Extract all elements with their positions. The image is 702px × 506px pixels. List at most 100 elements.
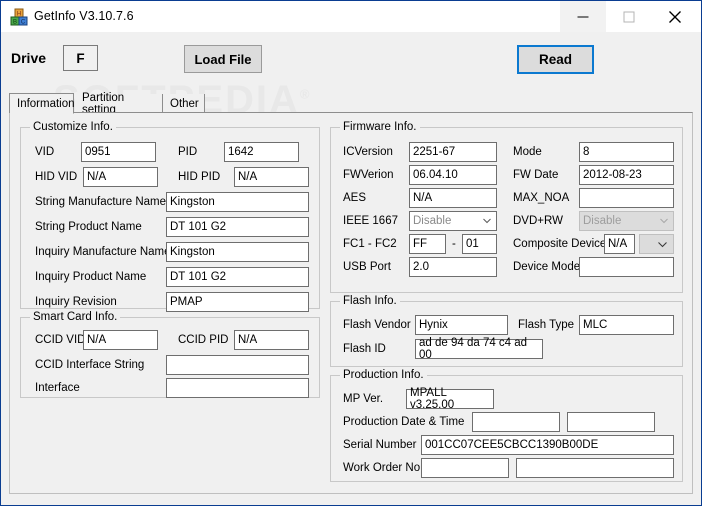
svg-text:B: B	[13, 20, 17, 26]
composite-device-label: Composite Device	[513, 238, 607, 250]
flash-vendor-input[interactable]: Hynix	[415, 315, 508, 335]
string-manufacture-name-label: String Manufacture Name	[35, 196, 167, 208]
pid-label: PID	[178, 146, 198, 158]
maximize-button[interactable]	[606, 1, 652, 32]
smart-card-info-title: Smart Card Info.	[30, 311, 121, 323]
fc1-input[interactable]: FF	[409, 234, 446, 254]
production-info-group: Production Info. MP Ver. MPALL v3.25.00 …	[330, 369, 683, 482]
ccid-interface-string-input[interactable]	[166, 355, 309, 375]
ieee1667-label: IEEE 1667	[343, 215, 398, 227]
mode-input[interactable]: 8	[579, 142, 674, 162]
tab-other-label: Other	[170, 97, 199, 110]
device-mode-label: Device Mode	[513, 261, 581, 273]
close-icon	[669, 10, 681, 23]
interface-label: Interface	[35, 382, 80, 394]
mp-ver-input[interactable]: MPALL v3.25.00	[406, 387, 494, 411]
work-order-input-2[interactable]	[516, 458, 674, 478]
usb-port-input[interactable]: 2.0	[409, 257, 497, 277]
maximize-icon	[623, 11, 635, 22]
chevron-down-icon	[483, 218, 491, 224]
tab-other[interactable]: Other	[163, 94, 205, 113]
flash-id-input[interactable]: ad de 94 da 74 c4 ad 00	[415, 337, 543, 361]
icversion-label: ICVersion	[343, 146, 393, 158]
dvdrw-dropdown[interactable]: Disable	[579, 211, 674, 231]
inquiry-revision-input[interactable]: PMAP	[166, 292, 309, 312]
max-noa-input[interactable]	[579, 188, 674, 208]
flash-id-label: Flash ID	[343, 343, 386, 355]
minimize-button[interactable]	[560, 1, 606, 32]
read-button[interactable]: Read	[517, 45, 594, 74]
hid-pid-input[interactable]: N/A	[234, 167, 309, 187]
production-info-title: Production Info.	[340, 369, 427, 381]
flash-type-label: Flash Type	[518, 319, 575, 331]
mode-label: Mode	[513, 146, 542, 158]
tab-information-label: Information	[17, 97, 75, 110]
tab-partition-setting[interactable]: Partition setting	[75, 92, 163, 116]
production-time-input[interactable]	[567, 412, 655, 432]
hid-vid-label: HID VID	[35, 171, 78, 183]
work-order-label: Work Order No.	[343, 462, 424, 474]
pid-input[interactable]: 1642	[224, 142, 299, 162]
usb-port-label: USB Port	[343, 261, 391, 273]
composite-device-input[interactable]: N/A	[604, 234, 635, 254]
vid-label: VID	[35, 146, 55, 158]
interface-input[interactable]	[166, 378, 309, 398]
inquiry-revision-label: Inquiry Revision	[35, 296, 117, 308]
string-product-name-input[interactable]: DT 101 G2	[166, 217, 309, 237]
ieee1667-dropdown[interactable]: Disable	[409, 211, 497, 231]
smart-card-info-group: Smart Card Info. CCID VID N/A CCID PID N…	[20, 311, 320, 398]
chevron-down-icon	[660, 218, 668, 224]
device-mode-input[interactable]	[579, 257, 674, 277]
minimize-icon	[577, 16, 589, 17]
ieee1667-value: Disable	[413, 215, 452, 227]
title-bar: H B C GetInfo V3.10.7.6	[1, 0, 701, 32]
load-file-button[interactable]: Load File	[184, 45, 262, 73]
ccid-interface-string-label: CCID Interface String	[35, 359, 145, 371]
mp-ver-label: MP Ver.	[343, 393, 384, 405]
serial-number-input[interactable]: 001CC07CEE5CBCC1390B00DE	[421, 435, 674, 455]
chevron-down-icon	[658, 242, 667, 248]
close-button[interactable]	[652, 1, 698, 32]
firmware-info-title: Firmware Info.	[340, 121, 420, 133]
fc2-input[interactable]: 01	[462, 234, 497, 254]
inquiry-product-name-input[interactable]: DT 101 G2	[166, 267, 309, 287]
firmware-info-group: Firmware Info. ICVersion 2251-67 Mode 8 …	[330, 121, 683, 293]
hid-vid-input[interactable]: N/A	[83, 167, 158, 187]
string-manufacture-name-input[interactable]: Kingston	[166, 192, 309, 212]
fwversion-input[interactable]: 06.04.10	[409, 165, 497, 185]
ccid-pid-input[interactable]: N/A	[234, 330, 309, 350]
getinfo-window: H B C GetInfo V3.10.7.6 Drive F Load Fil…	[0, 0, 702, 506]
aes-label: AES	[343, 192, 367, 204]
composite-device-dropdown[interactable]	[639, 234, 674, 254]
dvdrw-value: Disable	[583, 215, 622, 227]
drive-input[interactable]: F	[63, 45, 98, 71]
fc1-fc2-label: FC1 - FC2	[343, 238, 397, 250]
information-tab-panel: Customize Info. VID 0951 PID 1642 HID VI…	[9, 112, 693, 494]
vid-input[interactable]: 0951	[81, 142, 156, 162]
aes-input[interactable]: N/A	[409, 188, 497, 208]
string-product-name-label: String Product Name	[35, 221, 142, 233]
production-datetime-label: Production Date & Time	[343, 416, 465, 428]
work-order-input-1[interactable]	[421, 458, 509, 478]
icversion-input[interactable]: 2251-67	[409, 142, 497, 162]
fc-separator: -	[452, 238, 456, 250]
ccid-pid-label: CCID PID	[178, 334, 229, 346]
ccid-vid-input[interactable]: N/A	[83, 330, 158, 350]
customize-info-title: Customize Info.	[30, 121, 116, 133]
inquiry-manufacture-name-input[interactable]: Kingston	[166, 242, 309, 262]
window-title: GetInfo V3.10.7.6	[34, 9, 134, 23]
hid-pid-label: HID PID	[178, 171, 221, 183]
inquiry-product-name-label: Inquiry Product Name	[35, 271, 147, 283]
flash-type-input[interactable]: MLC	[579, 315, 674, 335]
fwversion-label: FWVerion	[343, 169, 394, 181]
inquiry-manufacture-name-label: Inquiry Manufacture Name	[35, 246, 171, 258]
drive-label: Drive	[11, 50, 47, 66]
fw-date-label: FW Date	[513, 169, 559, 181]
fw-date-input[interactable]: 2012-08-23	[579, 165, 674, 185]
customize-info-group: Customize Info. VID 0951 PID 1642 HID VI…	[20, 121, 320, 312]
tab-information[interactable]: Information	[9, 93, 75, 114]
ccid-vid-label: CCID VID	[35, 334, 86, 346]
blocks-icon: H B C	[10, 8, 28, 26]
dvdrw-label: DVD+RW	[513, 215, 563, 227]
production-date-input[interactable]	[472, 412, 560, 432]
